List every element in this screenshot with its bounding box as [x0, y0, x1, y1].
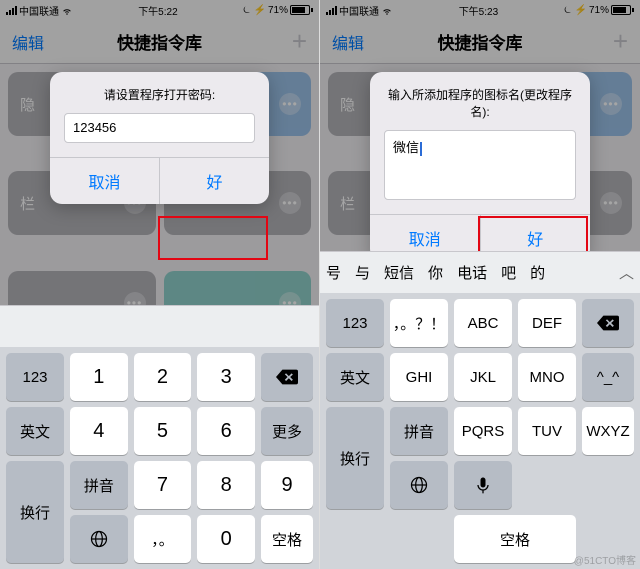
key-mno[interactable]: MNO — [518, 353, 576, 401]
key-8[interactable]: 8 — [197, 461, 255, 509]
key-123[interactable]: 123 — [6, 353, 64, 401]
key-pinyin[interactable]: 拼音 — [390, 407, 448, 455]
key-6[interactable]: 6 — [197, 407, 255, 455]
key-2[interactable]: 2 — [134, 353, 192, 401]
keyboard: 号 与 短信 你 电话 吧 的 ︿ 123 ，。？！ ABC DEF 英文 GH… — [320, 251, 640, 569]
key-more[interactable]: 更多 — [261, 407, 313, 455]
password-input[interactable]: 123456 — [64, 113, 255, 143]
key-ghi[interactable]: GHI — [390, 353, 448, 401]
screenshot-left: 中国联通 下午5:22 ⏾ ⚡ 71% 编辑 快捷指令库 + 隐••• ••• … — [0, 0, 320, 569]
key-4[interactable]: 4 — [70, 407, 128, 455]
prediction[interactable]: 电话 — [457, 262, 487, 283]
prediction[interactable]: 的 — [530, 262, 545, 283]
screenshot-right: 中国联通 下午5:23 ⏾ ⚡ 71% 编辑 快捷指令库 + 隐••• ••• … — [320, 0, 640, 569]
key-english[interactable]: 英文 — [326, 353, 384, 401]
key-9[interactable]: 9 — [261, 461, 313, 509]
watermark: @51CTO博客 — [574, 552, 636, 567]
key-return[interactable]: 换行 — [6, 461, 64, 563]
prediction[interactable]: 号 — [326, 262, 341, 283]
key-space[interactable]: 空格 — [454, 515, 576, 563]
key-5[interactable]: 5 — [134, 407, 192, 455]
key-3[interactable]: 3 — [197, 353, 255, 401]
prediction[interactable]: 你 — [428, 262, 443, 283]
key-jkl[interactable]: JKL — [454, 353, 512, 401]
key-punct[interactable]: ，。？！ — [390, 299, 448, 347]
backspace-key[interactable] — [261, 353, 313, 401]
key-english[interactable]: 英文 — [6, 407, 64, 455]
key-emoji[interactable]: ^_^ — [582, 353, 634, 401]
cancel-button[interactable]: 取消 — [50, 158, 159, 204]
alert-prompt: 输入所添加程序的图标名(更改程序名): — [370, 72, 590, 130]
globe-key[interactable] — [390, 461, 448, 509]
key-pinyin[interactable]: 拼音 — [70, 461, 128, 509]
key-return[interactable]: 换行 — [326, 407, 384, 509]
key-symbols[interactable]: ，。 — [134, 515, 192, 563]
alert-prompt: 请设置程序打开密码: — [50, 72, 269, 113]
key-wxyz[interactable]: WXYZ — [582, 407, 634, 455]
key-7[interactable]: 7 — [134, 461, 192, 509]
alert-dialog: 请设置程序打开密码: 123456 取消 好 — [50, 72, 269, 204]
key-123[interactable]: 123 — [326, 299, 384, 347]
prediction[interactable]: 短信 — [384, 262, 414, 283]
alert-dialog: 输入所添加程序的图标名(更改程序名): 微信 取消 好 — [370, 72, 590, 261]
prediction-bar: 号 与 短信 你 电话 吧 的 ︿ — [320, 251, 640, 293]
key-def[interactable]: DEF — [518, 299, 576, 347]
chevron-up-icon[interactable]: ︿ — [619, 262, 634, 283]
key-abc[interactable]: ABC — [454, 299, 512, 347]
ok-button[interactable]: 好 — [159, 158, 269, 204]
globe-key[interactable] — [70, 515, 128, 563]
keyboard: 123 1 2 3 英文 4 5 6 更多 拼音 7 8 9 换行 ，。 0 空… — [0, 305, 319, 569]
key-space[interactable]: 空格 — [261, 515, 313, 563]
key-0[interactable]: 0 — [197, 515, 255, 563]
text-cursor — [420, 142, 422, 156]
prediction[interactable]: 吧 — [501, 262, 516, 283]
name-input[interactable]: 微信 — [384, 130, 576, 200]
key-pqrs[interactable]: PQRS — [454, 407, 512, 455]
backspace-key[interactable] — [582, 299, 634, 347]
key-1[interactable]: 1 — [70, 353, 128, 401]
mic-key[interactable] — [454, 461, 512, 509]
prediction[interactable]: 与 — [355, 262, 370, 283]
key-tuv[interactable]: TUV — [518, 407, 576, 455]
